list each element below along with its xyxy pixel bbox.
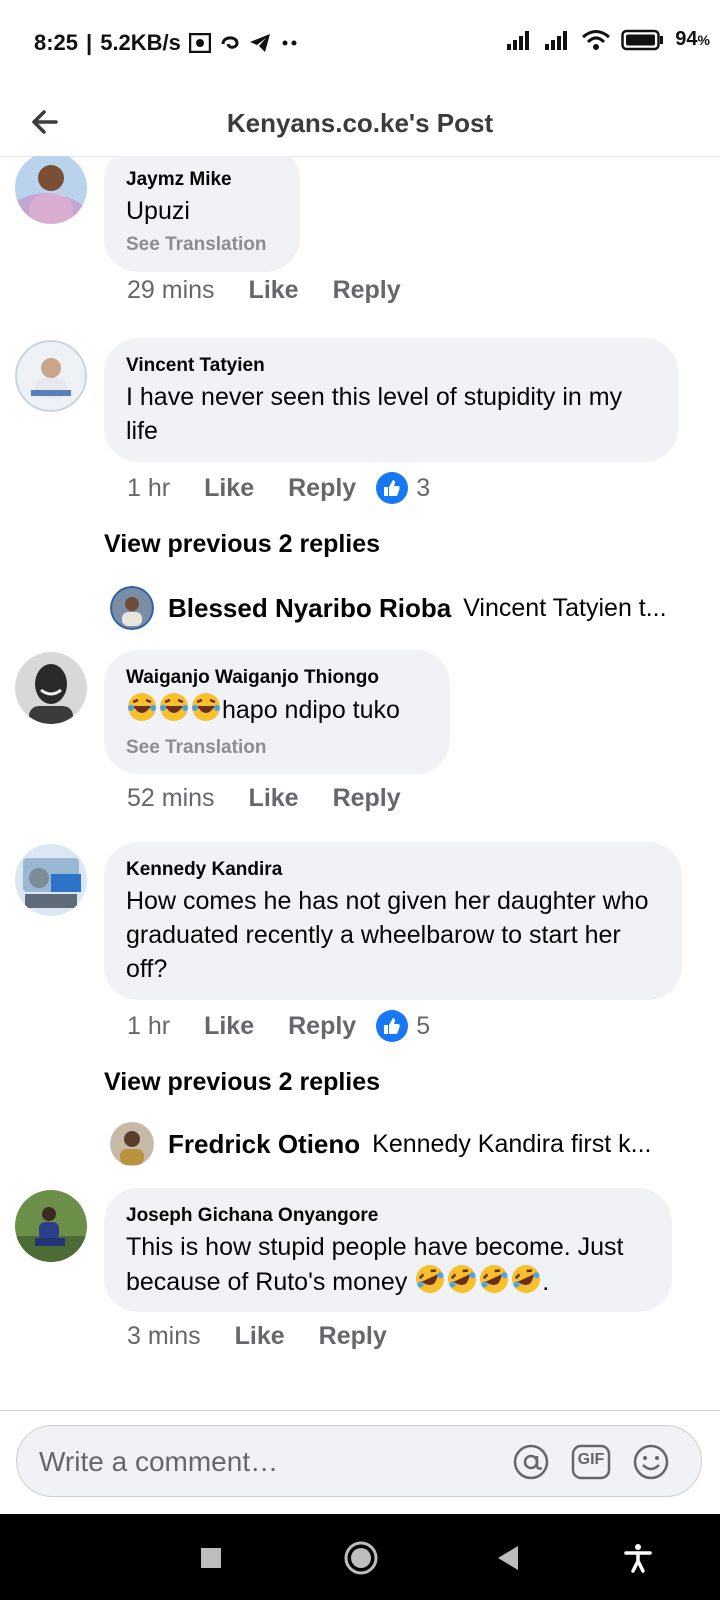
system-nav-bar bbox=[0, 1514, 720, 1600]
comment-actions: 3 mins Like Reply bbox=[127, 1322, 387, 1351]
wifi-icon bbox=[581, 29, 611, 51]
reply-button[interactable]: Reply bbox=[333, 784, 401, 813]
comment-text: I have never seen this level of stupidit… bbox=[126, 383, 623, 445]
screen-record-icon bbox=[188, 33, 211, 53]
battery-value: 94 bbox=[675, 28, 698, 50]
status-divider: | bbox=[86, 30, 93, 55]
reply-preview[interactable]: Blessed Nyaribo Rioba Vincent Tatyien t.… bbox=[110, 586, 680, 630]
avatar[interactable] bbox=[15, 340, 87, 412]
comment-actions: 1 hr Like Reply 3 bbox=[127, 472, 430, 504]
reply-author[interactable]: Fredrick Otieno bbox=[168, 1129, 360, 1160]
network-speed: 5.2KB/s bbox=[100, 30, 181, 55]
comment-time[interactable]: 29 mins bbox=[127, 276, 215, 305]
status-left: 8:25 | 5.2KB/s bbox=[34, 30, 301, 56]
reaction-count: 5 bbox=[416, 1011, 431, 1040]
comment-time[interactable]: 52 mins bbox=[127, 784, 215, 813]
avatar[interactable] bbox=[15, 156, 87, 224]
comment-time[interactable]: 1 hr bbox=[127, 1012, 170, 1041]
like-reaction-icon bbox=[376, 1010, 409, 1042]
battery-percent: 94% bbox=[675, 28, 710, 51]
comment-time[interactable]: 1 hr bbox=[127, 474, 170, 503]
view-previous-replies-link[interactable]: View previous 2 replies bbox=[104, 1068, 380, 1097]
reaction-count: 3 bbox=[416, 473, 431, 502]
rofl-emoji-icon bbox=[414, 1264, 446, 1303]
comment-actions: 1 hr Like Reply 5 bbox=[127, 1010, 430, 1042]
accessibility-icon[interactable] bbox=[618, 1538, 658, 1578]
reply-button[interactable]: Reply bbox=[333, 276, 401, 305]
reply-preview[interactable]: Fredrick Otieno Kennedy Kandira first k.… bbox=[110, 1122, 680, 1166]
comment-input[interactable] bbox=[37, 1438, 501, 1486]
comment-bubble[interactable]: Kennedy Kandira How comes he has not giv… bbox=[104, 842, 682, 1000]
gif-label: GIF bbox=[577, 1451, 605, 1468]
rofl-emoji-icon bbox=[446, 1264, 478, 1303]
comment-text-row: hapo ndipo tuko bbox=[126, 692, 428, 731]
comment-text: Upuzi bbox=[126, 197, 190, 225]
reply-snippet: Kennedy Kandira first k... bbox=[372, 1129, 652, 1158]
comment-bubble[interactable]: Joseph Gichana Onyangore This is how stu… bbox=[104, 1188, 672, 1312]
comment-bubble[interactable]: Waiganjo Waiganjo Thiongo hapo ndipo tuk… bbox=[104, 650, 450, 774]
like-button[interactable]: Like bbox=[235, 1322, 285, 1351]
battery-percent-sign: % bbox=[697, 32, 710, 48]
view-previous-replies-link[interactable]: View previous 2 replies bbox=[104, 530, 380, 559]
comment-input-container[interactable]: GIF bbox=[16, 1425, 702, 1497]
comment-actions: 29 mins Like Reply bbox=[127, 276, 401, 305]
signal-icon-2 bbox=[543, 30, 571, 50]
laughing-emoji-icon bbox=[126, 692, 158, 731]
post-header: Kenyans.co.ke's Post bbox=[0, 88, 720, 157]
see-translation-link[interactable]: See Translation bbox=[126, 234, 278, 256]
status-time: 8:25 bbox=[34, 30, 79, 55]
avatar[interactable] bbox=[110, 586, 154, 630]
comment-bubble[interactable]: Vincent Tatyien I have never seen this l… bbox=[104, 338, 678, 462]
comment-author[interactable]: Waiganjo Waiganjo Thiongo bbox=[126, 666, 428, 690]
laughing-emoji-icon bbox=[190, 692, 222, 731]
page-title: Kenyans.co.ke's Post bbox=[226, 108, 494, 138]
avatar[interactable] bbox=[15, 1190, 87, 1262]
comment-composer: GIF bbox=[0, 1410, 720, 1515]
reply-button[interactable]: Reply bbox=[288, 474, 356, 503]
at-icon[interactable] bbox=[511, 1442, 551, 1482]
reaction-summary[interactable]: 3 bbox=[376, 472, 430, 504]
telegram-icon bbox=[249, 33, 271, 53]
recent-apps-icon[interactable] bbox=[191, 1538, 231, 1578]
comment-bubble[interactable]: Jaymz Mike Upuzi See Translation bbox=[104, 156, 300, 272]
avatar[interactable] bbox=[15, 844, 87, 916]
status-right: 94% bbox=[505, 28, 710, 51]
back-nav-icon[interactable] bbox=[488, 1538, 528, 1578]
battery-icon bbox=[621, 29, 665, 51]
reply-snippet: Vincent Tatyien t... bbox=[463, 593, 667, 622]
gif-button[interactable]: GIF bbox=[571, 1442, 611, 1482]
laughing-emoji-icon bbox=[158, 692, 190, 731]
comment-text-suffix: . bbox=[542, 1268, 550, 1297]
comment-author[interactable]: Vincent Tatyien bbox=[126, 354, 656, 378]
like-reaction-icon bbox=[376, 472, 409, 504]
swirl-app-icon bbox=[219, 32, 241, 54]
avatar[interactable] bbox=[15, 652, 87, 724]
reply-button[interactable]: Reply bbox=[319, 1322, 387, 1351]
signal-icon bbox=[505, 30, 533, 50]
smiley-icon[interactable] bbox=[631, 1442, 671, 1482]
comments-feed[interactable]: Jaymz Mike Upuzi See Translation 29 mins… bbox=[0, 156, 720, 1410]
comment-text: How comes he has not given her daughter … bbox=[126, 887, 649, 983]
like-button[interactable]: Like bbox=[204, 474, 254, 503]
more-notifications-icon bbox=[279, 39, 301, 47]
reply-author[interactable]: Blessed Nyaribo Rioba bbox=[168, 593, 451, 624]
comment-text: hapo ndipo tuko bbox=[222, 696, 400, 725]
comment-text-row: This is how stupid people have become. J… bbox=[126, 1230, 650, 1303]
comment-author[interactable]: Kennedy Kandira bbox=[126, 858, 660, 882]
status-bar: 8:25 | 5.2KB/s 94% bbox=[0, 0, 720, 88]
comment-time[interactable]: 3 mins bbox=[127, 1322, 201, 1351]
rofl-emoji-icon bbox=[510, 1264, 542, 1303]
comment-author[interactable]: Joseph Gichana Onyangore bbox=[126, 1204, 650, 1228]
avatar[interactable] bbox=[110, 1122, 154, 1166]
rofl-emoji-icon bbox=[478, 1264, 510, 1303]
like-button[interactable]: Like bbox=[249, 784, 299, 813]
home-icon[interactable] bbox=[341, 1538, 381, 1578]
like-button[interactable]: Like bbox=[249, 276, 299, 305]
reaction-summary[interactable]: 5 bbox=[376, 1010, 430, 1042]
like-button[interactable]: Like bbox=[204, 1012, 254, 1041]
comment-actions: 52 mins Like Reply bbox=[127, 784, 401, 813]
comment-author[interactable]: Jaymz Mike bbox=[126, 168, 278, 192]
reply-button[interactable]: Reply bbox=[288, 1012, 356, 1041]
see-translation-link[interactable]: See Translation bbox=[126, 737, 428, 759]
